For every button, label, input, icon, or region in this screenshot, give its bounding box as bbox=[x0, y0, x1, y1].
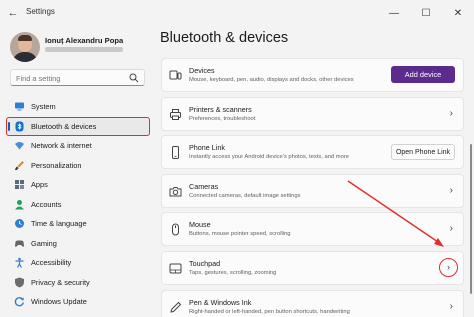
sidebar-item-label: Bluetooth & devices bbox=[31, 121, 97, 131]
sidebar-item-time-language[interactable]: Time & language bbox=[6, 214, 150, 234]
sidebar-item-label: Privacy & security bbox=[31, 277, 90, 287]
open-phone-link-button[interactable]: Open Phone Link bbox=[391, 144, 455, 161]
chevron-right-icon[interactable]: › bbox=[439, 257, 458, 277]
sidebar-nav: System Bluetooth & devices Network & int… bbox=[6, 97, 150, 312]
apps-grid-icon bbox=[14, 179, 25, 190]
sidebar-item-windows-update[interactable]: Windows Update bbox=[6, 292, 150, 312]
card-subtitle: Preferences, troubleshoot bbox=[189, 115, 256, 122]
card-subtitle: Buttons, mouse pointer speed, scrolling bbox=[189, 231, 291, 238]
card-subtitle: Mouse, keyboard, pen, audio, displays an… bbox=[189, 77, 354, 83]
sidebar-item-label: Apps bbox=[31, 180, 48, 190]
sidebar-item-label: Time & language bbox=[31, 219, 87, 229]
add-device-button[interactable]: Add device bbox=[391, 66, 455, 83]
card-devices[interactable]: Devices Mouse, keyboard, pen, audio, dis… bbox=[161, 58, 464, 92]
update-icon bbox=[14, 296, 25, 307]
avatar[interactable] bbox=[10, 32, 40, 62]
card-pen-windows-ink[interactable]: Pen & Windows Ink Right-handed or left-h… bbox=[161, 289, 464, 317]
title-bar: ← Settings — ☐ ✕ bbox=[0, 0, 474, 26]
card-phone-link[interactable]: Phone Link Instantly access your Android… bbox=[161, 135, 464, 170]
card-subtitle: Connected cameras, default image setting… bbox=[189, 192, 301, 199]
sidebar-item-label: Network & internet bbox=[31, 141, 92, 151]
sidebar-item-apps[interactable]: Apps bbox=[6, 175, 150, 195]
sidebar-item-label: System bbox=[31, 102, 56, 112]
controller-icon bbox=[14, 238, 25, 249]
sidebar-item-network[interactable]: Network & internet bbox=[6, 136, 150, 156]
card-subtitle: Taps, gestures, scrolling, zooming bbox=[189, 269, 277, 276]
printer-icon bbox=[169, 108, 182, 121]
wifi-icon bbox=[14, 140, 25, 151]
card-title: Cameras bbox=[189, 181, 219, 191]
search-input[interactable] bbox=[16, 72, 126, 84]
card-mouse[interactable]: Mouse Buttons, mouse pointer speed, scro… bbox=[161, 212, 464, 247]
card-title: Devices bbox=[189, 66, 215, 75]
phone-icon bbox=[169, 146, 182, 160]
card-cameras[interactable]: Cameras Connected cameras, default image… bbox=[161, 173, 464, 208]
search-icon[interactable] bbox=[129, 73, 139, 83]
sidebar-item-privacy-security[interactable]: Privacy & security bbox=[6, 273, 150, 293]
back-arrow-icon[interactable]: ← bbox=[6, 6, 20, 20]
card-subtitle: Instantly access your Android device's p… bbox=[189, 154, 349, 161]
sidebar-item-accounts[interactable]: Accounts bbox=[6, 195, 150, 215]
sidebar-item-bluetooth-devices[interactable]: Bluetooth & devices bbox=[6, 116, 150, 136]
devices-icon bbox=[169, 69, 182, 82]
shield-icon bbox=[14, 277, 25, 288]
settings-cards: Devices Mouse, keyboard, pen, audio, dis… bbox=[161, 58, 464, 317]
window-title: Settings bbox=[26, 7, 55, 16]
accessibility-icon bbox=[14, 257, 25, 269]
page-title: Bluetooth & devices bbox=[160, 30, 289, 46]
sidebar-item-gaming[interactable]: Gaming bbox=[6, 234, 150, 254]
card-printers-scanners[interactable]: Printers & scanners Preferences, trouble… bbox=[161, 96, 464, 131]
card-title: Mouse bbox=[189, 220, 211, 230]
minimize-icon[interactable]: — bbox=[378, 0, 410, 26]
sidebar-item-label: Gaming bbox=[31, 238, 57, 248]
user-email-redacted bbox=[45, 47, 123, 52]
camera-icon bbox=[169, 185, 182, 198]
sidebar-item-system[interactable]: System bbox=[6, 97, 150, 117]
pen-icon bbox=[169, 301, 182, 314]
maximize-icon[interactable]: ☐ bbox=[410, 0, 442, 26]
card-touchpad[interactable]: Touchpad Taps, gestures, scrolling, zoom… bbox=[161, 250, 464, 285]
card-title: Pen & Windows Ink bbox=[189, 297, 252, 307]
touchpad-icon bbox=[169, 262, 182, 275]
sidebar-item-label: Windows Update bbox=[31, 297, 87, 307]
monitor-icon bbox=[14, 101, 25, 112]
card-title: Printers & scanners bbox=[189, 104, 252, 114]
window-controls: — ☐ ✕ bbox=[378, 0, 474, 26]
chevron-right-icon[interactable]: › bbox=[450, 108, 453, 119]
bluetooth-icon bbox=[14, 121, 25, 132]
sidebar-item-label: Accessibility bbox=[31, 258, 72, 268]
card-title: Phone Link bbox=[189, 143, 225, 153]
brush-icon bbox=[14, 160, 25, 171]
sidebar-item-personalization[interactable]: Personalization bbox=[6, 156, 150, 176]
close-icon[interactable]: ✕ bbox=[442, 0, 474, 26]
sidebar-item-label: Accounts bbox=[31, 199, 62, 209]
search-box[interactable] bbox=[10, 69, 145, 86]
card-title: Touchpad bbox=[189, 258, 221, 268]
user-name: Ionuț Alexandru Popa bbox=[45, 36, 124, 45]
chevron-right-icon[interactable]: › bbox=[450, 301, 453, 312]
sidebar-item-accessibility[interactable]: Accessibility bbox=[6, 253, 150, 273]
globe-clock-icon bbox=[14, 218, 25, 229]
scrollbar-thumb[interactable] bbox=[470, 144, 472, 294]
person-icon bbox=[14, 199, 25, 210]
sidebar-item-label: Personalization bbox=[31, 160, 82, 170]
chevron-right-icon[interactable]: › bbox=[450, 185, 453, 196]
chevron-right-icon[interactable]: › bbox=[450, 224, 453, 234]
card-subtitle: Right-handed or left-handed, pen button … bbox=[189, 308, 350, 315]
mouse-icon bbox=[169, 223, 182, 236]
scrollbar[interactable] bbox=[470, 62, 473, 310]
